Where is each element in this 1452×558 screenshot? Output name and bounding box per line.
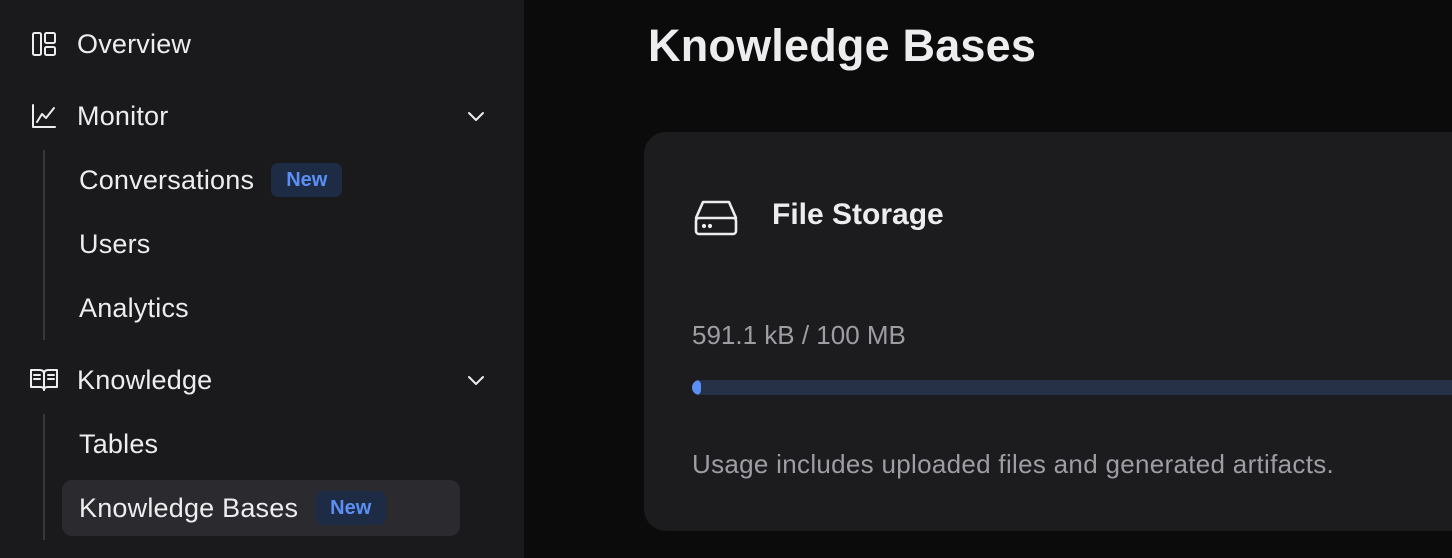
sidebar-item-monitor[interactable]: Monitor xyxy=(0,88,524,144)
knowledge-subnav-line xyxy=(43,414,45,540)
layout-panels-icon xyxy=(29,29,59,59)
sidebar-item-users[interactable]: Users xyxy=(62,216,460,272)
storage-usage-note: Usage includes uploaded files and genera… xyxy=(692,449,1335,479)
new-badge: New xyxy=(315,491,387,525)
sidebar-item-overview[interactable]: Overview xyxy=(0,16,524,72)
sidebar-item-label: Knowledge xyxy=(77,364,213,395)
sidebar-item-label: Monitor xyxy=(77,100,169,131)
sidebar-item-tables[interactable]: Tables xyxy=(62,416,460,472)
sidebar-item-knowledge-bases[interactable]: Knowledge Bases New xyxy=(62,480,460,536)
page-title: Knowledge Bases xyxy=(648,20,1037,71)
sidebar-item-label: Overview xyxy=(77,28,192,59)
card-title: File Storage xyxy=(772,198,944,231)
app-root: Overview Monitor Conversations New Users xyxy=(0,0,1452,558)
sidebar-item-label: Knowledge Bases xyxy=(79,492,299,523)
file-storage-card: File Storage 591.1 kB / 100 MB Usage inc… xyxy=(644,132,1452,531)
sidebar-item-conversations[interactable]: Conversations New xyxy=(62,152,460,208)
sidebar-item-knowledge[interactable]: Knowledge xyxy=(0,352,524,408)
chevron-down-icon[interactable] xyxy=(464,368,488,392)
sidebar-item-label: Analytics xyxy=(79,292,189,323)
book-open-icon xyxy=(29,365,59,395)
line-chart-icon xyxy=(29,101,59,131)
monitor-subnav-line xyxy=(43,150,45,340)
storage-usage-text: 591.1 kB / 100 MB xyxy=(692,320,906,350)
chevron-down-icon[interactable] xyxy=(464,104,488,128)
sidebar-item-analytics[interactable]: Analytics xyxy=(62,280,460,336)
new-badge: New xyxy=(271,163,343,197)
sidebar-item-label: Tables xyxy=(79,428,159,459)
sidebar: Overview Monitor Conversations New Users xyxy=(0,0,524,558)
storage-progress-bar xyxy=(692,380,1452,395)
storage-progress-fill xyxy=(692,380,701,395)
hard-drive-icon xyxy=(692,196,740,238)
sidebar-item-label: Conversations xyxy=(79,164,255,195)
sidebar-item-label: Users xyxy=(79,228,151,259)
